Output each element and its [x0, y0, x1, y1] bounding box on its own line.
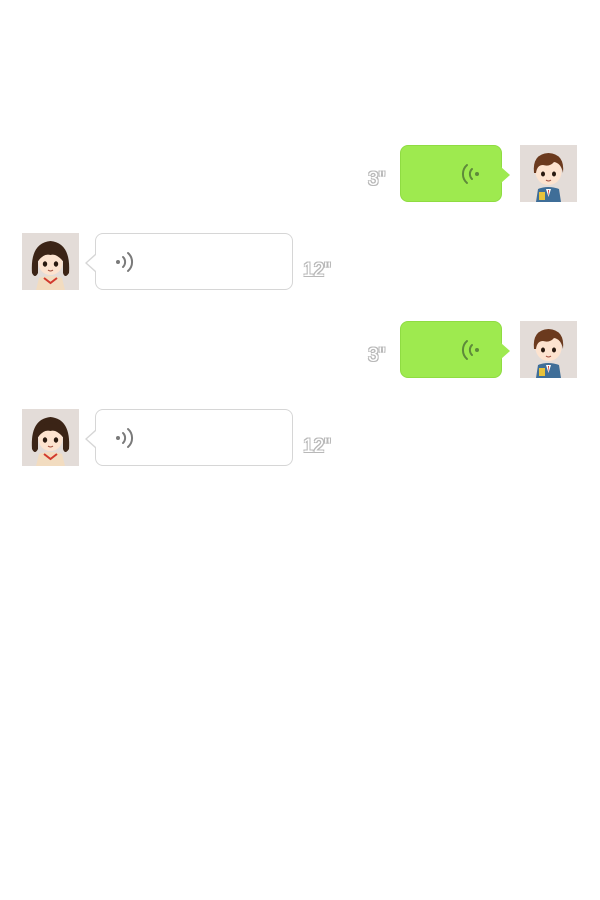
- sound-wave-icon: [116, 252, 134, 272]
- sound-wave-icon: [461, 164, 479, 184]
- girl-avatar[interactable]: [22, 233, 79, 290]
- voice-message-bubble[interactable]: [85, 233, 293, 290]
- girl-avatar[interactable]: [22, 409, 79, 466]
- voice-duration: 3": [368, 345, 386, 366]
- boy-avatar-image: [520, 145, 577, 202]
- boy-avatar[interactable]: [520, 321, 577, 378]
- sound-wave-icon: [461, 340, 479, 360]
- girl-avatar-image: [22, 233, 79, 290]
- message-row-incoming: 12": [0, 409, 600, 469]
- voice-message-bubble[interactable]: [400, 321, 510, 378]
- chat-conversation: 3" 12" 3" 12": [0, 0, 600, 900]
- sound-wave-icon: [116, 428, 134, 448]
- boy-avatar-image: [520, 321, 577, 378]
- voice-message-bubble[interactable]: [400, 145, 510, 202]
- voice-message-bubble[interactable]: [85, 409, 293, 466]
- message-row-outgoing: 3": [0, 145, 600, 205]
- boy-avatar[interactable]: [520, 145, 577, 202]
- girl-avatar-image: [22, 409, 79, 466]
- message-row-outgoing: 3": [0, 321, 600, 381]
- voice-duration: 12": [303, 436, 331, 457]
- voice-duration: 3": [368, 169, 386, 190]
- message-row-incoming: 12": [0, 233, 600, 293]
- voice-duration: 12": [303, 260, 331, 281]
